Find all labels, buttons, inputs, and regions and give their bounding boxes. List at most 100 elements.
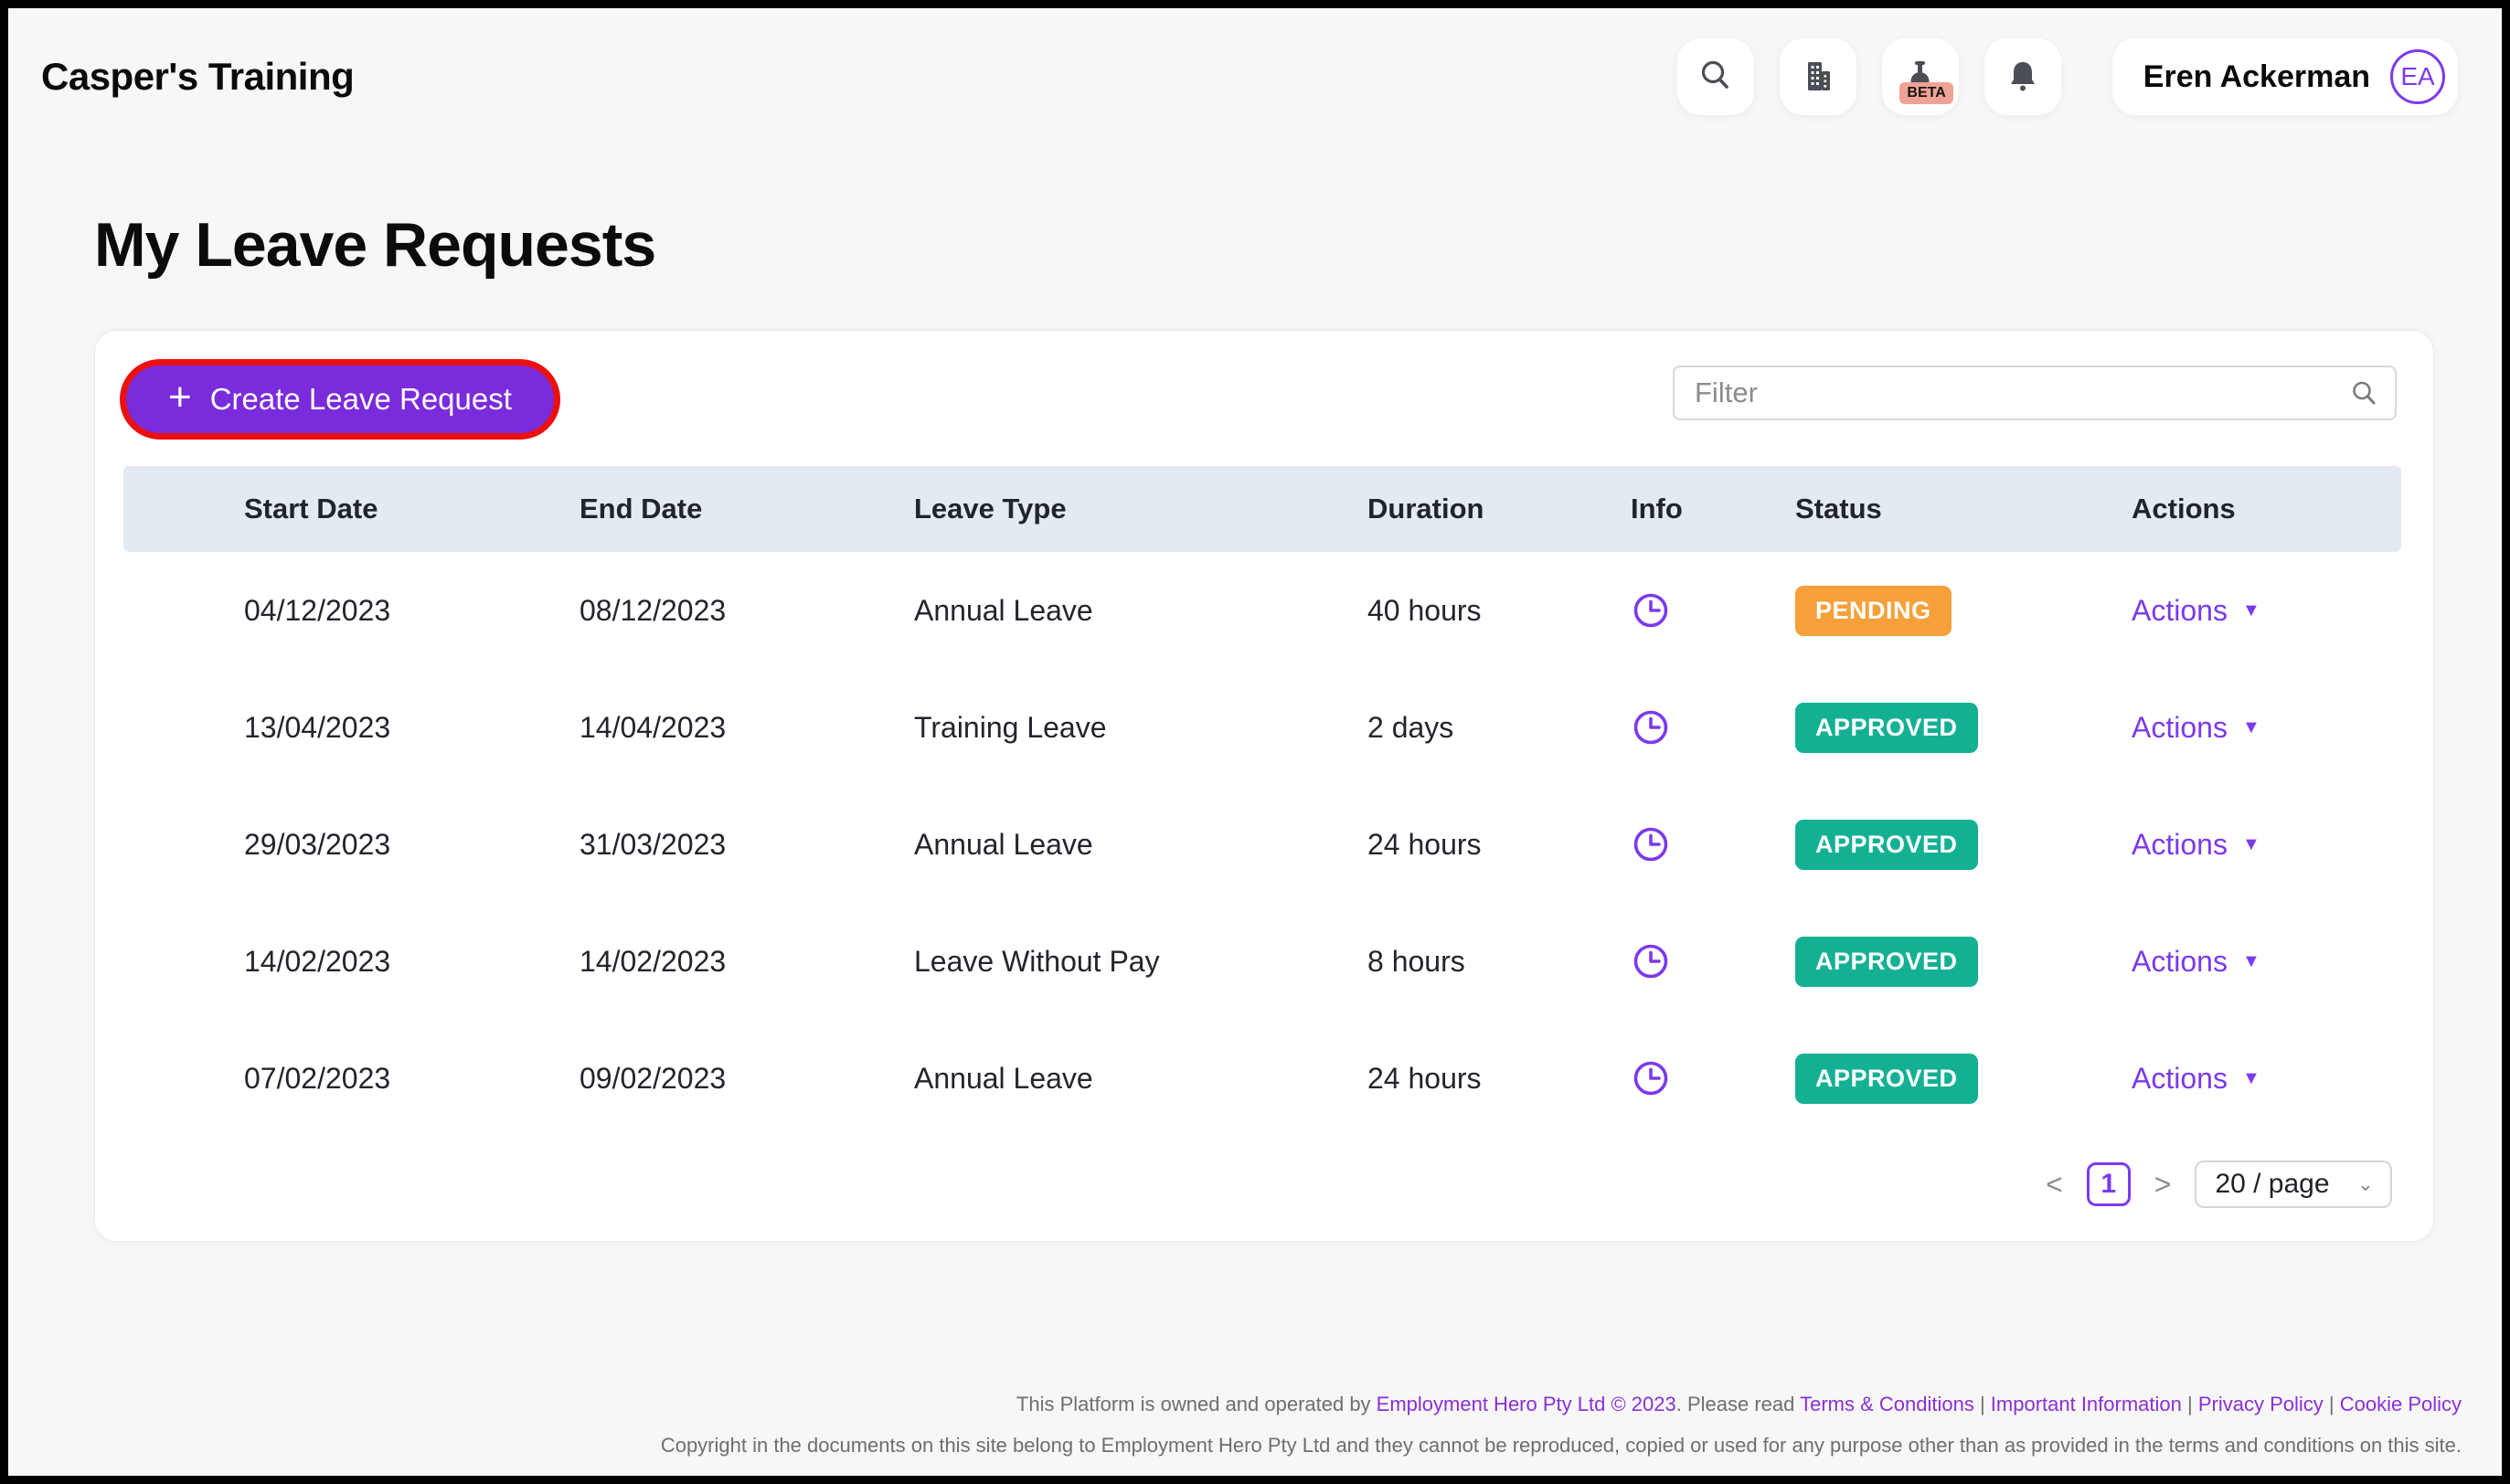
create-leave-request-label: Create Leave Request [209,382,512,416]
table-row: 13/04/2023 14/04/2023 Training Leave 2 d… [123,669,2401,786]
important-information-link[interactable]: Important Information [1991,1393,2182,1415]
cell-leave-type: Leave Without Pay [914,944,1160,978]
actions-dropdown[interactable]: Actions ▼ [2132,1062,2260,1096]
cell-end-date: 09/02/2023 [580,1061,727,1095]
cell-actions: Actions ▼ [2132,594,2401,628]
create-leave-request-button[interactable]: + Create Leave Request [126,366,554,433]
page-size-value: 20 / page [2215,1169,2330,1199]
beta-badge: BETA [1899,82,1953,104]
next-page-button[interactable]: > [2154,1168,2172,1202]
footer: This Platform is owned and operated by E… [48,1391,2462,1459]
cell-status: APPROVED [1795,936,2132,987]
cell-start-date: 13/04/2023 [244,710,391,744]
cell-duration: 8 hours [1367,944,1465,978]
cell-leave-type: Annual Leave [914,593,1093,627]
actions-dropdown[interactable]: Actions ▼ [2132,711,2260,745]
clock-info-icon[interactable] [1631,707,1795,747]
column-header-info: Info [1631,493,1683,525]
footer-text: This Platform is owned and operated by [1016,1392,1377,1415]
user-menu[interactable]: Eren Ackerman EA [2111,38,2458,115]
cell-end-date: 14/04/2023 [580,710,727,744]
chevron-down-icon: ⌄ [2356,1172,2374,1195]
cell-actions: Actions ▼ [2132,828,2401,862]
cell-status: APPROVED [1795,819,2132,870]
actions-label: Actions [2132,827,2228,861]
cell-info [1631,707,1795,747]
search-icon [1697,58,1734,97]
cell-info [1631,590,1795,631]
table-header-row: Start Date End Date Leave Type Duration … [123,466,2401,552]
actions-label: Actions [2132,710,2228,744]
search-button[interactable] [1676,38,1754,115]
table-row: 04/12/2023 08/12/2023 Annual Leave 40 ho… [123,552,2401,669]
beta-features-button[interactable]: BETA [1881,38,1959,115]
actions-label: Actions [2132,1061,2228,1095]
topbar-icon-group: BETA Eren Ackerman EA [1676,38,2458,115]
leave-requests-panel: + Create Leave Request Start Date End Da… [94,330,2434,1242]
cell-start-date: 04/12/2023 [244,593,391,627]
privacy-policy-link[interactable]: Privacy Policy [2198,1393,2324,1415]
status-badge: APPROVED [1795,936,1978,987]
clock-info-icon[interactable] [1631,590,1795,631]
clock-info-icon[interactable] [1631,1058,1795,1098]
footer-text: . Please read [1675,1392,1801,1415]
top-bar: Casper's Training BETA Eren Ackerman EA [8,8,2502,145]
status-badge: APPROVED [1795,702,1978,753]
pagination: < 1 > 20 / page ⌄ [2046,1161,2392,1208]
filter-search-icon [2349,378,2380,414]
cell-duration: 24 hours [1367,1061,1482,1095]
page-title: My Leave Requests [94,210,656,280]
cell-info [1631,824,1795,864]
cell-duration: 40 hours [1367,593,1482,627]
cell-start-date: 29/03/2023 [244,827,391,861]
cell-status: PENDING [1795,585,2132,636]
actions-dropdown[interactable]: Actions ▼ [2132,594,2260,628]
cell-duration: 2 days [1367,710,1454,744]
cell-actions: Actions ▼ [2132,1062,2401,1096]
clock-info-icon[interactable] [1631,824,1795,864]
filter-input[interactable] [1673,366,2397,420]
avatar: EA [2390,49,2445,104]
page-size-select[interactable]: 20 / page ⌄ [2195,1161,2392,1208]
cell-info [1631,1058,1795,1098]
chevron-down-icon: ▼ [2241,1067,2260,1088]
column-header-end-date: End Date [580,493,703,525]
actions-dropdown[interactable]: Actions ▼ [2132,828,2260,862]
current-page-button[interactable]: 1 [2086,1162,2131,1206]
cell-leave-type: Annual Leave [914,827,1093,861]
brand-title: Casper's Training [41,55,355,98]
cookie-policy-link[interactable]: Cookie Policy [2340,1393,2462,1415]
building-icon [1800,58,1836,97]
chevron-down-icon: ▼ [2241,950,2260,971]
cell-leave-type: Training Leave [914,710,1107,744]
table-row: 07/02/2023 09/02/2023 Annual Leave 24 ho… [123,1020,2401,1137]
previous-page-button[interactable]: < [2046,1168,2063,1202]
footer-separator: | [1973,1392,1991,1415]
column-header-leave-type: Leave Type [914,493,1067,525]
chevron-down-icon: ▼ [2241,716,2260,737]
panel-toolbar: + Create Leave Request [95,331,2433,433]
column-header-duration: Duration [1367,493,1484,525]
cell-end-date: 31/03/2023 [580,827,727,861]
cell-leave-type: Annual Leave [914,1061,1093,1095]
user-name: Eren Ackerman [2143,58,2370,94]
cell-start-date: 07/02/2023 [244,1061,391,1095]
column-header-actions: Actions [2132,493,2236,525]
cell-start-date: 14/02/2023 [244,944,391,978]
cell-status: APPROVED [1795,702,2132,753]
cell-end-date: 08/12/2023 [580,593,727,627]
footer-separator: | [2181,1392,2198,1415]
notifications-button[interactable] [1984,38,2061,115]
cell-end-date: 14/02/2023 [580,944,727,978]
table-row: 29/03/2023 31/03/2023 Annual Leave 24 ho… [123,786,2401,903]
clock-info-icon[interactable] [1631,941,1795,981]
footer-separator: | [2323,1392,2340,1415]
organisation-button[interactable] [1779,38,1856,115]
status-badge: PENDING [1795,585,1952,636]
actions-dropdown[interactable]: Actions ▼ [2132,945,2260,979]
table-row: 14/02/2023 14/02/2023 Leave Without Pay … [123,903,2401,1020]
bell-icon [2005,58,2041,97]
terms-conditions-link[interactable]: Terms & Conditions [1800,1393,1974,1415]
employment-hero-link[interactable]: Employment Hero Pty Ltd © 2023 [1377,1393,1676,1415]
cell-duration: 24 hours [1367,827,1482,861]
